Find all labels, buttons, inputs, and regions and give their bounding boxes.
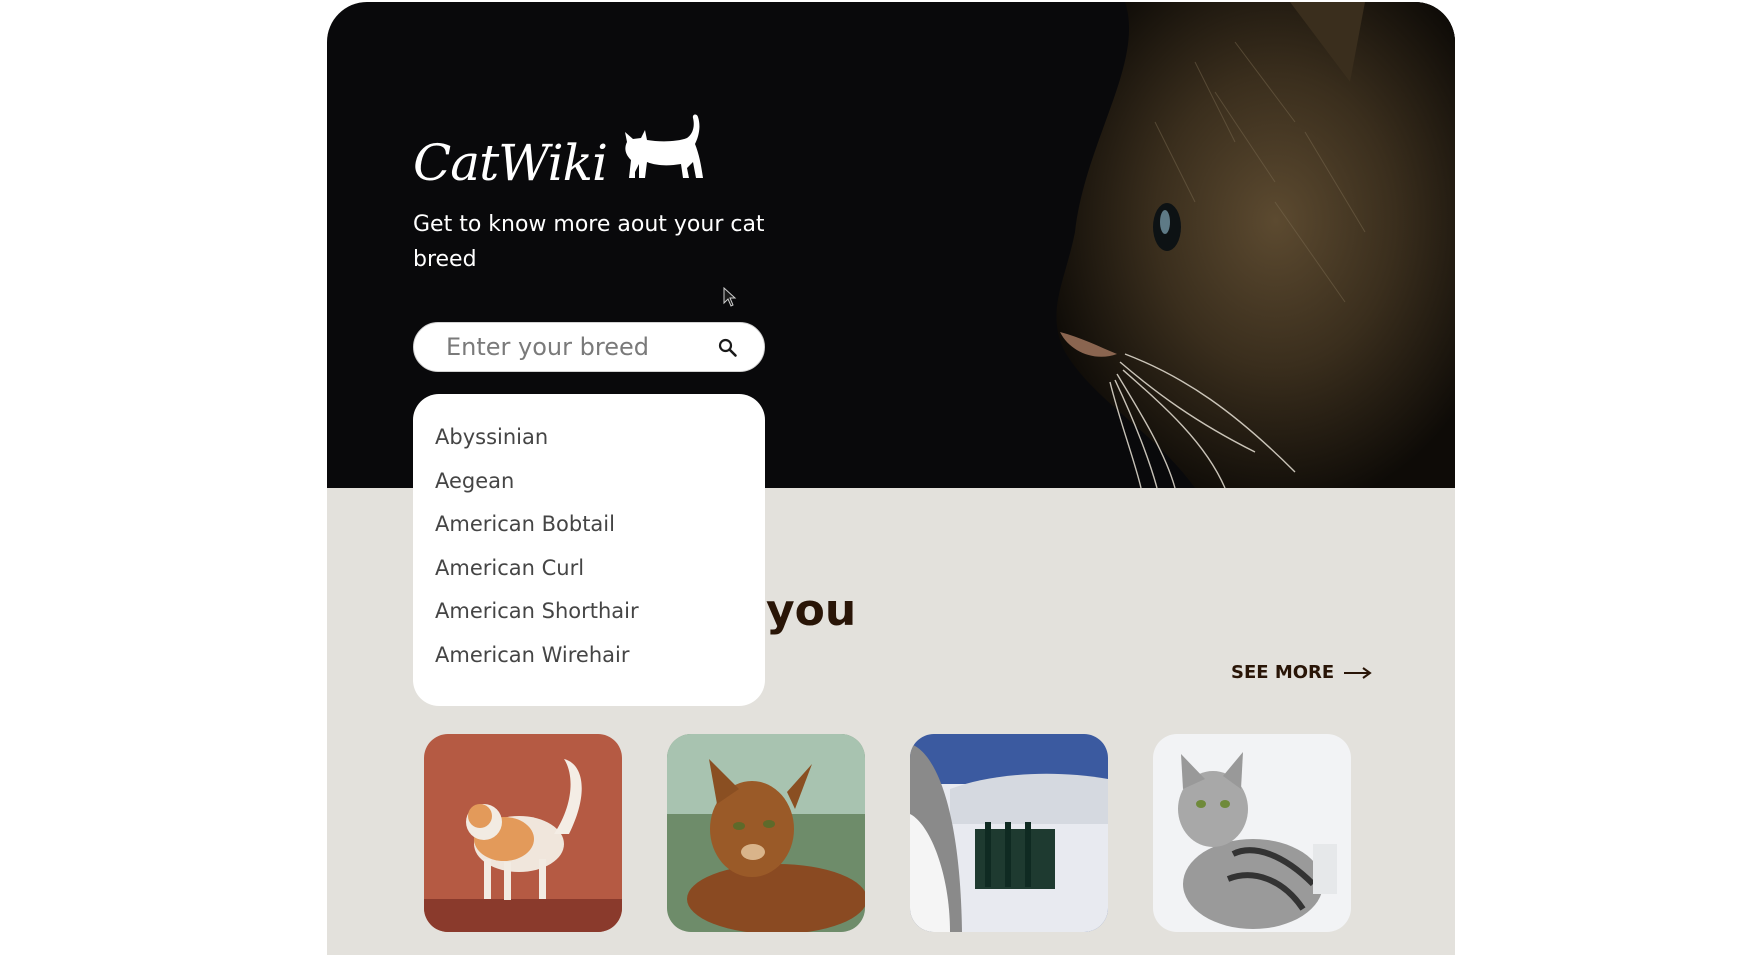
breed-search-box[interactable] — [413, 322, 765, 372]
search-icon[interactable] — [718, 338, 738, 358]
logo-text: CatWiki — [413, 134, 608, 192]
mouse-cursor-icon — [723, 287, 737, 307]
breed-card-image[interactable] — [667, 734, 865, 932]
breed-card-image[interactable] — [1153, 734, 1351, 932]
dropdown-item[interactable]: Abyssinian — [413, 416, 765, 460]
american-shorthair-image — [1153, 734, 1351, 932]
breed-suggestions-dropdown: Abyssinian Aegean American Bobtail Ameri… — [413, 394, 765, 706]
american-curl-image — [424, 734, 622, 932]
see-more-link[interactable]: SEE MORE — [1231, 662, 1372, 683]
see-more-label: SEE MORE — [1231, 662, 1335, 683]
aegean-image — [910, 734, 1108, 932]
abyssinian-image — [667, 734, 865, 932]
hero-cat-image — [895, 2, 1455, 488]
cat-silhouette-icon — [624, 114, 703, 178]
dropdown-item[interactable]: American Shorthair — [413, 590, 765, 634]
breed-search-input[interactable] — [414, 323, 736, 371]
breed-card-image[interactable] — [424, 734, 622, 932]
breed-card-image[interactable] — [910, 734, 1108, 932]
section-heading-text: you — [766, 585, 857, 636]
dropdown-item[interactable]: Aegean — [413, 460, 765, 504]
catwiki-logo[interactable]: CatWiki — [413, 112, 705, 188]
dropdown-item[interactable]: American Bobtail — [413, 503, 765, 547]
page-container: CatWiki Get to know more aout your cat b… — [327, 2, 1455, 955]
arrow-right-icon — [1344, 666, 1372, 679]
tagline: Get to know more aout your cat breed — [413, 212, 765, 272]
dropdown-item[interactable]: American Wirehair — [413, 634, 765, 678]
dropdown-item[interactable]: American Curl — [413, 547, 765, 591]
